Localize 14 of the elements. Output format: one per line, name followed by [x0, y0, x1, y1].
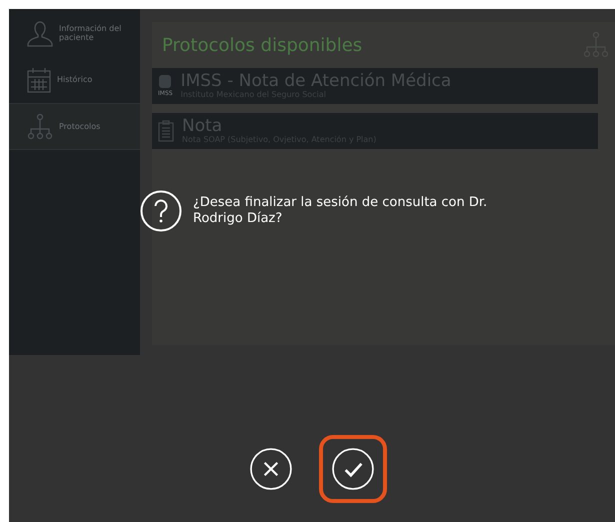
- tree-icon: [27, 114, 53, 140]
- confirm-button[interactable]: [319, 435, 387, 503]
- panel-title: Protocolos disponibles: [162, 34, 362, 56]
- sidebar-item[interactable]: Histórico: [9, 56, 140, 103]
- person-icon: [27, 18, 53, 46]
- sidebar-item[interactable]: Información del paciente: [9, 9, 140, 56]
- clipboard-icon: [158, 120, 174, 142]
- logo-icon: [159, 75, 172, 88]
- check-icon: [332, 448, 374, 490]
- question-icon: [140, 190, 182, 232]
- calendar-icon: [27, 66, 51, 92]
- sidebar-item[interactable]: Protocolos: [9, 103, 140, 150]
- dialog-message: ¿Desea finalizar la sesión de consulta con Dr. Rodrigo Díaz?: [193, 195, 488, 227]
- close-icon: [250, 448, 292, 490]
